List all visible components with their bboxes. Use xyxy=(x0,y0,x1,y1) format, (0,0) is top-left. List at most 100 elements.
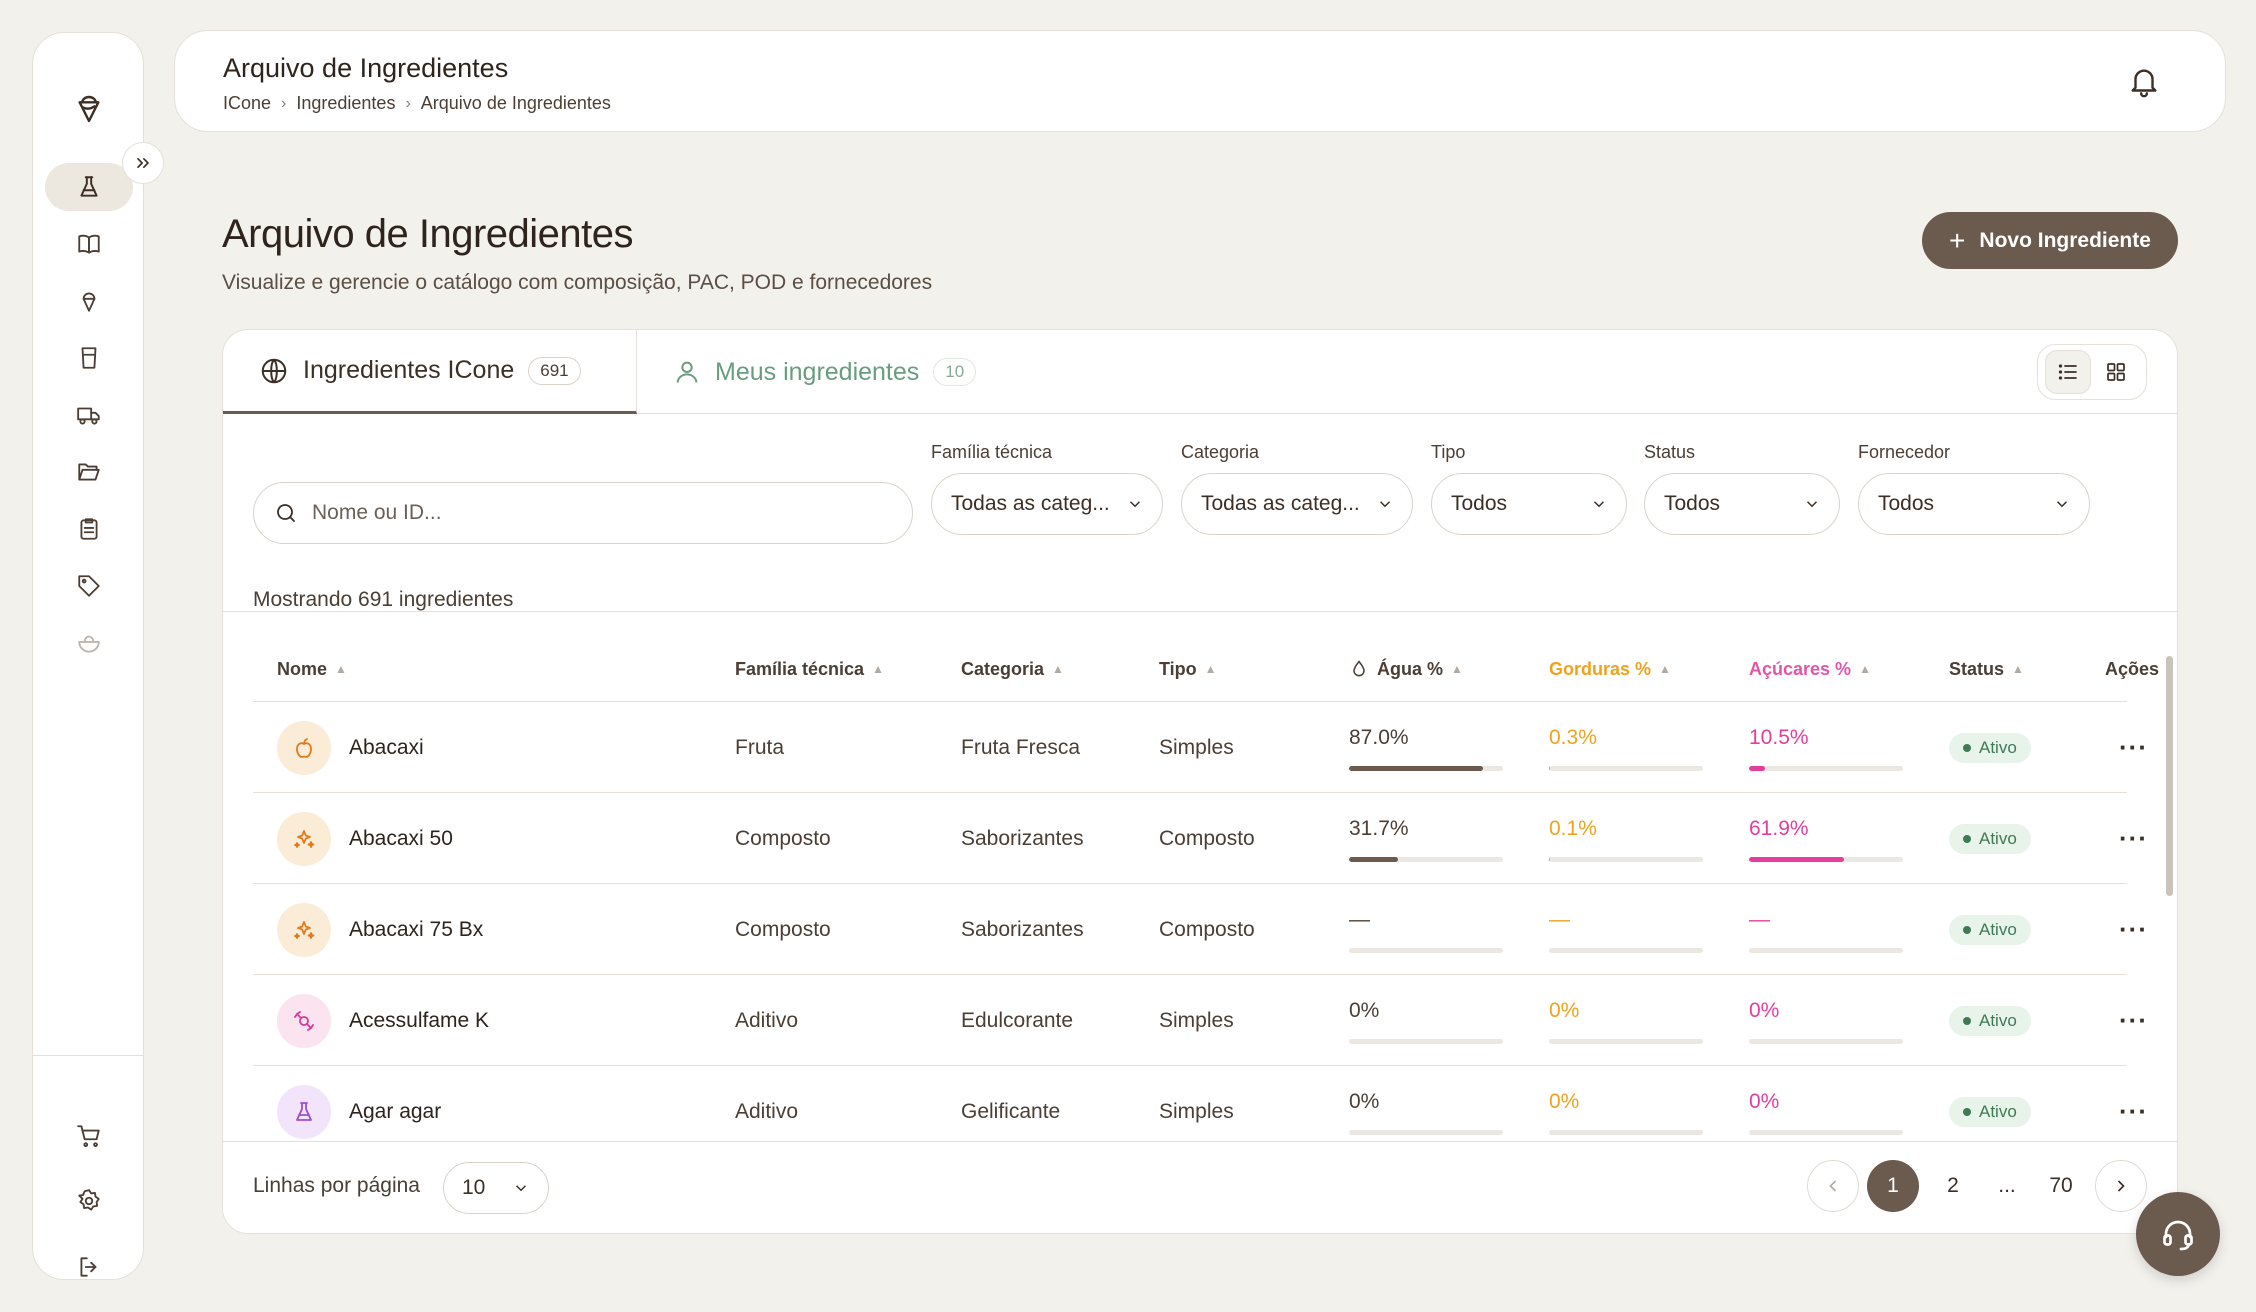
search-field[interactable] xyxy=(253,482,913,544)
cell-familia: Aditivo xyxy=(735,1008,799,1032)
familia-select[interactable]: Todas as categ... xyxy=(931,473,1163,535)
sidebar-item-configuracoes[interactable] xyxy=(45,1177,133,1225)
status-dot xyxy=(1963,1107,1971,1116)
filters-bar: Família técnica Todas as categ... Catego… xyxy=(223,414,2177,612)
agua-metric: 0% xyxy=(1349,999,1503,1044)
ingredient-name[interactable]: Abacaxi 75 Bx xyxy=(349,918,483,942)
cell-nome: Abacaxi xyxy=(277,702,424,793)
agua-bar xyxy=(1349,1130,1503,1135)
list-view-button[interactable] xyxy=(2045,350,2091,394)
bowl-icon xyxy=(78,635,100,653)
prev-page-button[interactable] xyxy=(1807,1160,1859,1212)
pagination-ellipsis: ... xyxy=(1998,1174,2016,1197)
gear-icon xyxy=(78,1189,100,1211)
tipo-select[interactable]: Todos xyxy=(1431,473,1627,535)
table-row[interactable]: Abacaxi 50 Composto Saborizantes Compost… xyxy=(253,793,2147,884)
ingredient-name[interactable]: Abacaxi 50 xyxy=(349,827,453,851)
status-dot xyxy=(1963,1016,1971,1025)
sidebar-item-receitas[interactable] xyxy=(45,220,133,268)
tab-ingredientes-icone[interactable]: Ingredientes ICone 691 xyxy=(223,330,637,414)
ingredients-card: Ingredientes ICone 691 Meus ingredientes… xyxy=(222,329,2178,1234)
filter-tipo: Tipo Todos xyxy=(1431,442,1627,535)
gorduras-metric: 0.1% xyxy=(1549,817,1703,862)
row-actions-more-icon[interactable]: ··· xyxy=(2119,914,2148,945)
cell-status: Ativo xyxy=(1949,793,2031,884)
col-header-gorduras[interactable]: Gorduras % ▲ xyxy=(1549,636,1671,702)
gorduras-value: 0.1% xyxy=(1549,817,1597,840)
filter-label: Tipo xyxy=(1431,442,1466,462)
cup-icon xyxy=(81,347,97,369)
status-dot xyxy=(1963,925,1971,934)
sidebar-item-arquivos[interactable] xyxy=(45,448,133,496)
agua-bar xyxy=(1349,857,1503,862)
col-header-status[interactable]: Status ▲ xyxy=(1949,636,2024,702)
acucares-metric: 61.9% xyxy=(1749,817,1903,862)
cell-acoes: ··· xyxy=(2119,975,2148,1066)
select-value: Todos xyxy=(1664,492,1721,515)
row-actions-more-icon[interactable]: ··· xyxy=(2119,823,2148,854)
support-headset-button[interactable] xyxy=(2136,1192,2220,1276)
next-page-button[interactable] xyxy=(2095,1160,2147,1212)
page-2-button[interactable]: 2 xyxy=(1927,1160,1979,1212)
categoria-select[interactable]: Todas as categ... xyxy=(1181,473,1413,535)
view-toggle xyxy=(2037,344,2147,400)
status-label: Ativo xyxy=(1979,737,2017,757)
page-70-button[interactable]: 70 xyxy=(2035,1160,2087,1212)
acucares-value: — xyxy=(1749,908,1770,931)
sidebar-item-carrinho[interactable] xyxy=(45,1112,133,1160)
fornecedor-select[interactable]: Todos xyxy=(1858,473,2090,535)
pagination: 1 2 ... 70 xyxy=(1807,1160,2147,1212)
new-ingredient-button[interactable]: + Novo Ingrediente xyxy=(1922,212,2178,269)
sidebar-expand-button[interactable] xyxy=(122,142,164,184)
sidebar-item-entregas[interactable] xyxy=(45,391,133,439)
sidebar-item-relatorios[interactable] xyxy=(45,505,133,553)
ingredient-name[interactable]: Acessulfame K xyxy=(349,1009,489,1033)
flask-icon xyxy=(80,176,98,197)
tabs-bar: Ingredientes ICone 691 Meus ingredientes… xyxy=(223,330,2177,414)
col-label: Açúcares % xyxy=(1749,658,1852,679)
status-dot xyxy=(1963,834,1971,843)
plus-icon: + xyxy=(1949,224,1966,256)
table-scrollbar[interactable] xyxy=(2166,656,2173,896)
row-actions-more-icon[interactable]: ··· xyxy=(2119,1005,2148,1036)
row-actions-more-icon[interactable]: ··· xyxy=(2119,1096,2148,1127)
search-input[interactable] xyxy=(312,501,872,525)
col-header-nome[interactable]: Nome ▲ xyxy=(277,636,347,702)
sidebar-item-precos[interactable] xyxy=(45,562,133,610)
cell-categoria: Edulcorante xyxy=(961,1008,1074,1032)
cell-tipo: Composto xyxy=(1159,917,1255,941)
grid-view-button[interactable] xyxy=(2093,350,2139,394)
cell-status: Ativo xyxy=(1949,884,2031,975)
col-header-acucares[interactable]: Açúcares % ▲ xyxy=(1749,636,1871,702)
filter-familia: Família técnica Todas as categ... xyxy=(931,442,1163,535)
rows-per-page-select[interactable]: 10 xyxy=(443,1162,549,1214)
acucares-metric: 10.5% xyxy=(1749,726,1903,771)
gorduras-bar xyxy=(1549,857,1703,862)
sidebar-item-receitas-extra[interactable] xyxy=(45,619,133,667)
sort-up-icon: ▲ xyxy=(1052,662,1064,676)
sparkles-icon xyxy=(277,811,331,866)
globe-icon xyxy=(261,358,287,383)
app-logo-icon[interactable] xyxy=(69,89,109,129)
sidebar-item-sorvetes[interactable] xyxy=(45,277,133,325)
sidebar-item-sair[interactable] xyxy=(45,1243,133,1291)
table-row[interactable]: Acessulfame K Aditivo Edulcorante Simple… xyxy=(253,975,2147,1066)
breadcrumb-item-icone[interactable]: ICone xyxy=(223,93,271,114)
ingredient-name[interactable]: Abacaxi xyxy=(349,736,424,760)
col-header-categoria[interactable]: Categoria ▲ xyxy=(961,636,1064,702)
sidebar-item-ingredientes[interactable] xyxy=(45,163,133,211)
col-header-tipo[interactable]: Tipo ▲ xyxy=(1159,636,1217,702)
status-select[interactable]: Todos xyxy=(1644,473,1840,535)
page-1-button[interactable]: 1 xyxy=(1867,1160,1919,1212)
col-header-familia[interactable]: Família técnica ▲ xyxy=(735,636,884,702)
sidebar-item-copos[interactable] xyxy=(45,334,133,382)
ingredient-name[interactable]: Agar agar xyxy=(349,1100,441,1124)
table-row[interactable]: Abacaxi Fruta Fruta Fresca Simples 87.0%… xyxy=(253,702,2147,793)
row-actions-more-icon[interactable]: ··· xyxy=(2119,732,2148,763)
table-row[interactable]: Abacaxi 75 Bx Composto Saborizantes Comp… xyxy=(253,884,2147,975)
breadcrumb-item-ingredientes[interactable]: Ingredientes xyxy=(296,93,395,114)
notifications-bell-icon[interactable] xyxy=(2127,65,2161,99)
acucares-bar xyxy=(1749,1039,1903,1044)
tab-meus-ingredientes[interactable]: Meus ingredientes 10 xyxy=(637,330,1012,414)
col-header-agua[interactable]: Água % ▲ xyxy=(1349,636,1463,702)
